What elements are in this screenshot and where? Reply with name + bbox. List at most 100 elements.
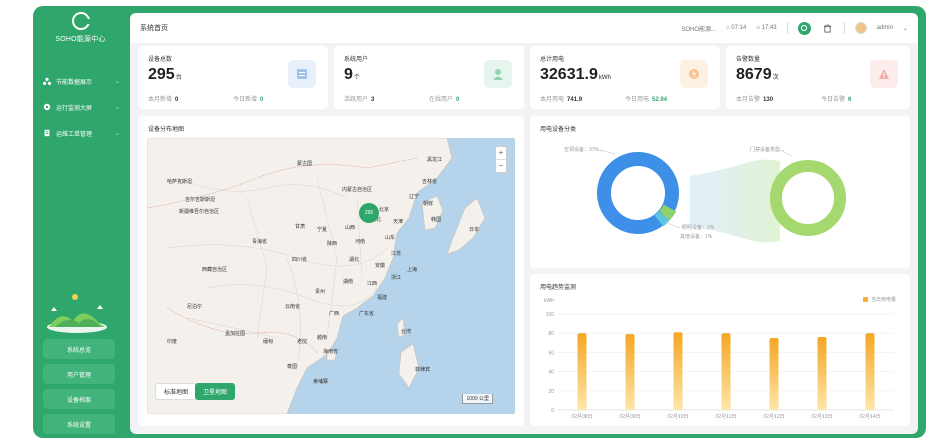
bar-panel: 用电趋势监测 当日用电量 kWh 0 20 40 60 80 100 02月08日 02月0… — [530, 274, 910, 426]
stat-sub-label: 本月用电 — [540, 97, 565, 103]
stat-card-energy: 总计用电 32631.9kWh 本月用电 741.9 今日用电 52.94 — [530, 46, 720, 109]
home-button[interactable] — [797, 21, 811, 35]
donut-label: 空调设备：37%... — [564, 147, 604, 153]
quick-button-devices[interactable]: 设备档案 — [43, 389, 115, 409]
chevron-down-icon: ⌄ — [114, 104, 120, 111]
map-label: 江苏 — [391, 251, 402, 257]
cluster-marker[interactable]: 295 — [359, 203, 379, 223]
sidebar-item-workorder[interactable]: 运维工单管理 ⌄ — [33, 120, 128, 146]
map-label: 上海 — [407, 267, 418, 273]
map-label: 宁夏 — [317, 227, 328, 233]
map-label: 吉尔吉斯斯坦 — [185, 197, 216, 203]
logo-text: SOHO能源中心 — [55, 36, 106, 43]
zoom-out-button[interactable]: − — [496, 159, 506, 172]
stat-unit: 台 — [175, 75, 182, 81]
bar[interactable] — [865, 333, 875, 410]
map-label: 老挝 — [297, 339, 308, 345]
map-panel: 设备分布地图 蒙古国 哈萨克斯坦 吉尔吉斯斯坦 新疆维吾尔自治区 内蒙古自治区 … — [138, 116, 524, 426]
sunset-value: 17:43 — [761, 25, 777, 31]
quick-actions: 系统总览 用户管理 设备档案 系统设置 — [43, 339, 115, 439]
stat-sub-value: 0 — [456, 97, 460, 103]
sidebar-menu: 节能数据展示 ⌄ 运行监测大屏 ⌄ 运维工单管理 ⌄ — [33, 68, 128, 146]
bar[interactable] — [817, 337, 827, 410]
stat-sub-label: 在线用户 — [429, 97, 454, 103]
map-scale: 1000 公里 — [462, 394, 493, 404]
map-scale-label: 1000 公里 — [466, 396, 489, 402]
topbar: 系统首页 SOHO能源... ⌂ 07:14 ⌂ 17:43 admin ⌄ — [130, 13, 918, 43]
map-label: 日本 — [469, 227, 480, 233]
map-label: 福建 — [377, 295, 388, 301]
divider — [786, 22, 788, 34]
map-label: 江西 — [367, 281, 378, 287]
x-tick-label: 02月12日 — [763, 414, 784, 420]
bar[interactable] — [673, 332, 683, 410]
map-label: 广东省 — [359, 311, 375, 317]
chevron-down-icon: ⌄ — [114, 130, 120, 137]
building-button[interactable] — [821, 22, 834, 35]
avatar[interactable] — [854, 22, 867, 34]
map-label: 韩国 — [431, 217, 442, 223]
bar[interactable] — [625, 334, 635, 410]
sidebar-item-monitor[interactable]: 运行监测大屏 ⌄ — [33, 94, 128, 120]
map-label: 吉林省 — [422, 179, 438, 185]
stat-card-users: 系统用户 9个 活跃用户 3 在线用户 0 — [334, 46, 524, 109]
map-label: 内蒙古自治区 — [342, 187, 373, 193]
map-panel-title: 设备分布地图 — [148, 127, 185, 133]
japan-land — [446, 197, 486, 255]
y-tick-label: 60 — [548, 350, 554, 356]
device-icon — [297, 69, 307, 79]
quick-button-settings[interactable]: 系统设置 — [43, 414, 115, 434]
stat-card-devices: 设备总数 295台 本月新增 0 今日新增 0 — [138, 46, 328, 109]
alarm-icon — [879, 69, 889, 79]
x-tick-label: 02月10日 — [667, 414, 688, 420]
site-selector[interactable]: SOHO能源... — [681, 24, 716, 33]
leader-line — [664, 221, 681, 229]
stat-sub-value: 0 — [260, 97, 264, 103]
standard-map-button[interactable]: 标准地图 — [155, 383, 198, 400]
stat-label: 告警数量 — [736, 57, 761, 63]
chevron-down-icon[interactable]: ⌄ — [903, 25, 908, 32]
map-label: 蒙古国 — [297, 161, 313, 167]
hill-illustration — [47, 294, 107, 333]
sidebar: SOHO能源中心 节能数据展示 ⌄ 运行监测大屏 ⌄ 运维工单管理 ⌄ 系统总览… — [33, 6, 128, 438]
bar[interactable] — [577, 333, 587, 410]
map-label: 海南省 — [323, 349, 339, 355]
donut-panel: 用电设备分类 空调设备：37%... 门禁设备类型... 照明设备：2% 其他设… — [530, 116, 910, 268]
map-canvas — [147, 138, 486, 414]
map-label: 四川省 — [292, 257, 308, 263]
map-label: 湖北 — [349, 257, 360, 263]
map-label: 浙江 — [391, 275, 402, 281]
stat-sub-label: 今日告警 — [821, 97, 846, 103]
map-label: 山西 — [345, 225, 356, 231]
donut-ring-secondary — [770, 160, 846, 236]
satellite-map-button[interactable]: 卫星地图 — [195, 383, 236, 400]
user-name[interactable]: admin — [877, 25, 893, 31]
map-label: 陕西 — [327, 241, 338, 247]
device-map[interactable]: 蒙古国 哈萨克斯坦 吉尔吉斯斯坦 新疆维吾尔自治区 内蒙古自治区 甘肃 青海省 … — [147, 138, 515, 414]
stat-sub-2: 今日新增 0 — [233, 94, 263, 103]
quick-button-overview[interactable]: 系统总览 — [43, 339, 115, 359]
page-title: 系统首页 — [140, 25, 168, 32]
stat-value: 8679次 — [736, 66, 779, 84]
quick-button-users[interactable]: 用户管理 — [43, 364, 115, 384]
bar[interactable] — [769, 338, 779, 410]
y-tick-label: 20 — [548, 389, 554, 395]
map-label: 安徽 — [375, 263, 386, 269]
sidebar-item-energy[interactable]: 节能数据展示 ⌄ — [33, 68, 128, 94]
map-label: 哈萨克斯坦 — [167, 179, 193, 185]
stat-sub-value: 52.94 — [652, 97, 668, 103]
bar[interactable] — [721, 333, 731, 410]
stat-sub-1: 本月新增 0 — [148, 94, 178, 103]
donut-chart — [597, 149, 846, 243]
map-label: 柬埔寨 — [313, 379, 329, 385]
map-label: 辽宁 — [409, 194, 420, 200]
logo-icon — [71, 12, 91, 30]
stat-sub-1: 本月用电 741.9 — [540, 94, 582, 103]
donut-label: 照明设备：2% — [682, 225, 715, 231]
home-icon — [801, 24, 808, 32]
zoom-in-button[interactable]: + — [496, 147, 506, 159]
stat-sub-1: 本月告警 130 — [736, 94, 773, 103]
map-label: 云南省 — [285, 304, 301, 310]
map-label: 黑龙江 — [427, 157, 443, 163]
stat-sub-2: 今日告警 6 — [821, 94, 851, 103]
